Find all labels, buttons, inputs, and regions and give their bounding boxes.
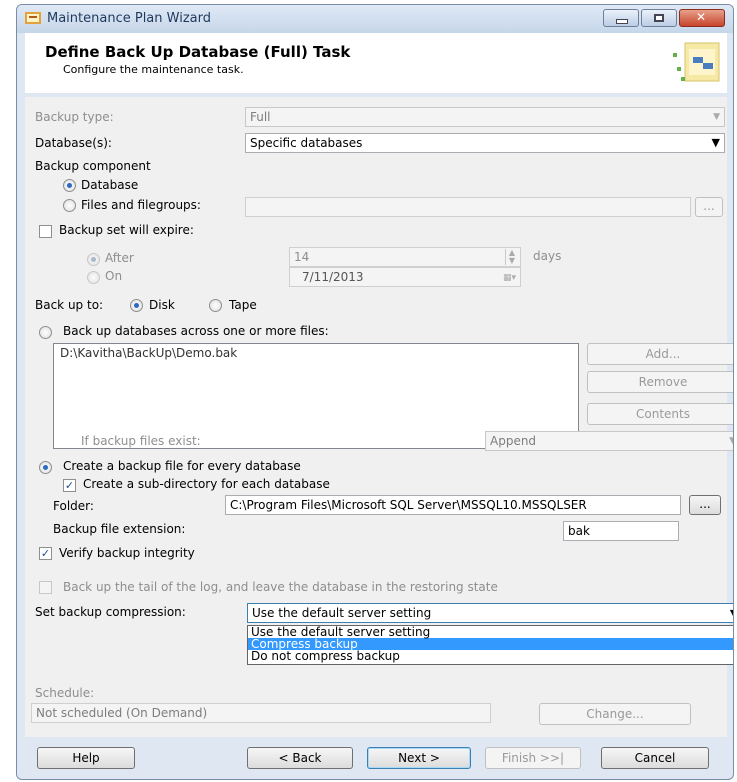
after-radio	[87, 253, 100, 266]
chevron-down-icon: ▼	[711, 136, 720, 149]
compression-select[interactable]: Use the default server setting ▼	[247, 603, 733, 623]
databases-value: Specific databases	[250, 136, 363, 150]
database-radio[interactable]	[63, 179, 76, 192]
back-button[interactable]: < Back	[247, 747, 353, 769]
after-label: After	[105, 251, 134, 265]
across-files-label: Back up databases across one or more fil…	[63, 324, 329, 338]
files-browse-button: ...	[695, 197, 723, 217]
add-button: Add...	[587, 343, 733, 365]
database-radio-label: Database	[81, 178, 139, 192]
expire-label: Backup set will expire:	[59, 223, 194, 237]
on-radio	[87, 271, 100, 284]
folder-input[interactable]: C:\Program Files\Microsoft SQL Server\MS…	[225, 495, 681, 515]
page-title: Define Back Up Database (Full) Task	[45, 43, 351, 61]
days-label: days	[533, 249, 562, 263]
databases-label: Database(s):	[35, 136, 112, 150]
tape-label: Tape	[229, 298, 257, 312]
backup-component-label: Backup component	[35, 159, 151, 173]
minimize-button[interactable]	[603, 9, 639, 27]
wizard-header: Define Back Up Database (Full) Task Conf…	[25, 33, 727, 93]
on-label: On	[105, 269, 123, 283]
tail-log-checkbox	[39, 581, 52, 594]
if-exist-select: Append ▼	[485, 431, 733, 451]
compression-label: Set backup compression:	[35, 605, 186, 619]
files-filegroups-radio[interactable]	[63, 199, 76, 212]
files-filegroups-label: Files and filegroups:	[81, 198, 201, 212]
maximize-icon	[654, 14, 664, 22]
if-exist-value: Append	[490, 434, 537, 448]
on-date-picker: 7/11/2013 ▦▾	[289, 267, 521, 287]
window-title: Maintenance Plan Wizard	[47, 11, 211, 26]
tape-radio[interactable]	[209, 299, 222, 312]
folder-value: C:\Program Files\Microsoft SQL Server\MS…	[230, 498, 587, 512]
ext-label: Backup file extension:	[53, 522, 186, 536]
compression-value: Use the default server setting	[252, 606, 432, 620]
contents-button: Contents	[587, 403, 733, 425]
remove-button: Remove	[587, 371, 733, 393]
folder-browse-button[interactable]: ...	[689, 495, 721, 515]
calendar-icon: ▦▾	[502, 273, 516, 283]
across-files-radio[interactable]	[39, 326, 52, 339]
compression-dropdown-list[interactable]: Use the default server setting Compress …	[247, 625, 733, 665]
disk-radio[interactable]	[130, 299, 143, 312]
chevron-down-icon: ▼	[713, 112, 720, 122]
expire-checkbox[interactable]	[39, 225, 52, 238]
backup-type-select: Full ▼	[245, 107, 725, 127]
cancel-button[interactable]: Cancel	[601, 747, 709, 769]
chevron-down-icon: ▼	[730, 604, 733, 622]
tail-log-label: Back up the tail of the log, and leave t…	[63, 580, 498, 594]
task-options-panel: Backup type: Full ▼ Database(s): Specifi…	[25, 97, 733, 737]
backup-type-value: Full	[250, 110, 271, 124]
subdir-label: Create a sub-directory for each database	[83, 477, 330, 491]
dropdown-option[interactable]: Do not compress backup	[248, 650, 733, 662]
page-subtitle: Configure the maintenance task.	[63, 63, 244, 76]
databases-select[interactable]: Specific databases ▼	[245, 133, 725, 153]
title-bar[interactable]: Maintenance Plan Wizard ✕	[17, 5, 733, 33]
schedule-value: Not scheduled (On Demand)	[36, 706, 208, 720]
after-days-value: 14	[294, 250, 310, 264]
schedule-label: Schedule:	[35, 686, 95, 700]
next-button[interactable]: Next >	[367, 747, 471, 769]
list-item[interactable]: D:\Kavitha\BackUp\Demo.bak	[60, 346, 237, 360]
on-date-value: 7/11/2013	[302, 270, 364, 284]
close-button[interactable]: ✕	[679, 9, 725, 27]
folder-label: Folder:	[53, 499, 94, 513]
help-button[interactable]: Help	[37, 747, 135, 769]
every-db-label: Create a backup file for every database	[63, 459, 301, 473]
chevron-down-icon: ▼	[729, 432, 733, 450]
wizard-footer: Help < Back Next > Finish >>| Cancel	[25, 739, 727, 779]
disk-label: Disk	[149, 298, 175, 312]
ext-value: bak	[568, 524, 590, 538]
wizard-window: Maintenance Plan Wizard ✕ Define Back Up…	[16, 4, 734, 780]
backup-type-label: Backup type:	[35, 110, 114, 124]
subdir-checkbox[interactable]: ✓	[63, 479, 76, 492]
app-icon	[25, 12, 41, 24]
verify-label: Verify backup integrity	[59, 546, 195, 560]
change-button: Change...	[539, 703, 691, 725]
verify-checkbox[interactable]: ✓	[39, 547, 52, 560]
if-exist-label: If backup files exist:	[81, 434, 201, 448]
every-db-radio[interactable]	[39, 461, 52, 474]
files-filegroups-input	[245, 197, 691, 217]
close-icon: ✕	[696, 10, 707, 24]
maximize-button[interactable]	[641, 9, 677, 27]
minimize-icon	[616, 19, 628, 24]
ext-input[interactable]: bak	[563, 521, 679, 541]
wizard-banner-icon	[673, 42, 720, 82]
backup-to-label: Back up to:	[35, 298, 104, 312]
after-days-input: 14 ▲ ▼	[289, 247, 521, 267]
spinner-icon: ▲ ▼	[505, 249, 518, 265]
schedule-field: Not scheduled (On Demand)	[31, 703, 491, 723]
finish-button: Finish >>|	[485, 747, 581, 769]
